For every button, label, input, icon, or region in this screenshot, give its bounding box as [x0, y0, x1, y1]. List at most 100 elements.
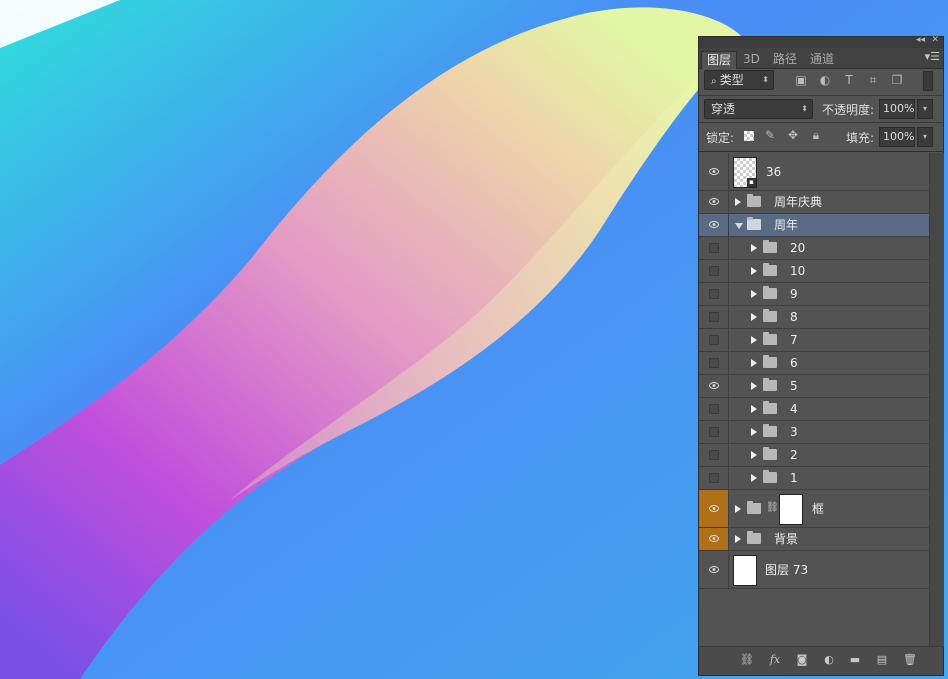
- layer-row[interactable]: 背景: [699, 528, 929, 551]
- layer-row[interactable]: 周年庆典: [699, 191, 929, 214]
- layer-row[interactable]: 4: [699, 398, 929, 421]
- visibility-toggle[interactable]: [699, 421, 729, 443]
- blend-mode-select[interactable]: 穿透 ⬍: [704, 99, 813, 119]
- opacity-input[interactable]: 100%: [879, 99, 915, 119]
- visibility-toggle[interactable]: [699, 283, 729, 305]
- layer-name[interactable]: 6: [790, 355, 798, 371]
- layer-row[interactable]: 7: [699, 329, 929, 352]
- visibility-toggle[interactable]: [699, 352, 729, 374]
- layer-row[interactable]: ⛓ 框: [699, 490, 929, 528]
- lock-image-pixels-icon[interactable]: ✎: [763, 128, 777, 142]
- visibility-toggle[interactable]: [699, 237, 729, 259]
- layer-row[interactable]: 6: [699, 352, 929, 375]
- expand-triangle-icon[interactable]: [735, 535, 741, 543]
- layer-row[interactable]: 图层 73: [699, 551, 929, 589]
- panel-titlebar[interactable]: ◂◂ ✕: [699, 35, 943, 48]
- mask-link-icon[interactable]: ⛓: [766, 502, 779, 513]
- expand-triangle-icon[interactable]: [751, 336, 757, 344]
- add-mask-icon[interactable]: ◙: [794, 653, 810, 667]
- lock-transparent-pixels-icon[interactable]: [744, 131, 754, 141]
- layer-name[interactable]: 2: [790, 447, 798, 463]
- layer-row[interactable]: 8: [699, 306, 929, 329]
- lock-position-icon[interactable]: ✥: [786, 128, 800, 142]
- visibility-toggle[interactable]: [699, 306, 729, 328]
- visibility-toggle[interactable]: [699, 490, 729, 527]
- layer-row[interactable]: 20: [699, 237, 929, 260]
- layer-name[interactable]: 1: [790, 470, 798, 486]
- tab-layers[interactable]: 图层: [701, 51, 738, 69]
- layer-row[interactable]: 1: [699, 467, 929, 490]
- layer-name[interactable]: 20: [790, 240, 805, 256]
- layer-row[interactable]: 3: [699, 421, 929, 444]
- layer-row[interactable]: 10: [699, 260, 929, 283]
- collapse-triangle-icon[interactable]: [735, 223, 743, 229]
- visibility-toggle[interactable]: [699, 467, 729, 489]
- expand-triangle-icon[interactable]: [751, 267, 757, 275]
- new-adjustment-layer-icon[interactable]: ◐: [821, 653, 837, 667]
- visibility-toggle[interactable]: [699, 444, 729, 466]
- tab-channels[interactable]: 通道: [805, 51, 839, 68]
- layer-name[interactable]: 9: [790, 286, 798, 302]
- filter-toggle[interactable]: [923, 71, 933, 91]
- layer-name[interactable]: 框: [812, 501, 824, 517]
- visibility-toggle[interactable]: [699, 528, 729, 550]
- layer-name[interactable]: 周年: [774, 217, 798, 233]
- layer-row[interactable]: 9: [699, 283, 929, 306]
- panel-menu-icon[interactable]: ▾☰: [925, 50, 940, 63]
- smart-object-thumbnail[interactable]: ▪: [733, 157, 757, 188]
- layer-name[interactable]: 36: [766, 164, 781, 180]
- mask-thumbnail[interactable]: [779, 494, 803, 525]
- opacity-dropdown-button[interactable]: ▾: [917, 99, 933, 119]
- expand-triangle-icon[interactable]: [751, 428, 757, 436]
- layer-name[interactable]: 背景: [774, 531, 798, 547]
- filter-kind-select[interactable]: ⌕ 类型 ⬍: [704, 70, 774, 90]
- expand-triangle-icon[interactable]: [751, 290, 757, 298]
- layer-name[interactable]: 周年庆典: [774, 194, 822, 210]
- fill-input[interactable]: 100%: [879, 127, 915, 147]
- visibility-toggle[interactable]: [699, 153, 729, 190]
- visibility-toggle[interactable]: [699, 398, 729, 420]
- layer-name[interactable]: 5: [790, 378, 798, 394]
- layer-thumbnail[interactable]: [733, 555, 757, 586]
- visibility-toggle[interactable]: [699, 214, 729, 236]
- expand-triangle-icon[interactable]: [751, 405, 757, 413]
- delete-layer-icon[interactable]: 🗑︎: [902, 653, 918, 667]
- type-filter-icon[interactable]: T: [842, 73, 856, 87]
- expand-triangle-icon[interactable]: [751, 474, 757, 482]
- visibility-toggle[interactable]: [699, 375, 729, 397]
- layer-name[interactable]: 3: [790, 424, 798, 440]
- tab-3d[interactable]: 3D: [738, 51, 765, 68]
- layers-scrollbar[interactable]: [929, 153, 944, 647]
- layer-name[interactable]: 图层 73: [765, 562, 808, 578]
- adjustment-filter-icon[interactable]: ◐: [818, 73, 832, 87]
- new-layer-icon[interactable]: ▤: [874, 653, 890, 667]
- expand-triangle-icon[interactable]: [751, 451, 757, 459]
- shape-filter-icon[interactable]: ⌗: [866, 73, 880, 87]
- layer-name[interactable]: 10: [790, 263, 805, 279]
- fx-icon[interactable]: fx: [767, 653, 783, 667]
- layer-row[interactable]: 5: [699, 375, 929, 398]
- collapse-icon[interactable]: ◂◂: [916, 35, 925, 45]
- expand-triangle-icon[interactable]: [735, 198, 741, 206]
- visibility-toggle[interactable]: [699, 191, 729, 213]
- tab-paths[interactable]: 路径: [768, 51, 802, 68]
- layer-row[interactable]: 2: [699, 444, 929, 467]
- layer-row[interactable]: 周年: [699, 214, 929, 237]
- layer-name[interactable]: 8: [790, 309, 798, 325]
- lock-all-icon[interactable]: 🔒︎: [809, 128, 823, 142]
- expand-triangle-icon[interactable]: [751, 382, 757, 390]
- new-group-icon[interactable]: ▬: [847, 653, 863, 667]
- image-filter-icon[interactable]: ▣: [794, 73, 808, 87]
- expand-triangle-icon[interactable]: [735, 504, 741, 513]
- expand-triangle-icon[interactable]: [751, 359, 757, 367]
- layer-row[interactable]: ▪ 36: [699, 153, 929, 191]
- expand-triangle-icon[interactable]: [751, 313, 757, 321]
- close-icon[interactable]: ✕: [931, 35, 939, 45]
- visibility-toggle[interactable]: [699, 260, 729, 282]
- layer-name[interactable]: 4: [790, 401, 798, 417]
- expand-triangle-icon[interactable]: [751, 244, 757, 252]
- fill-dropdown-button[interactable]: ▾: [917, 127, 933, 147]
- visibility-toggle[interactable]: [699, 329, 729, 351]
- smart-object-filter-icon[interactable]: ❐: [890, 73, 904, 87]
- visibility-toggle[interactable]: [699, 551, 729, 588]
